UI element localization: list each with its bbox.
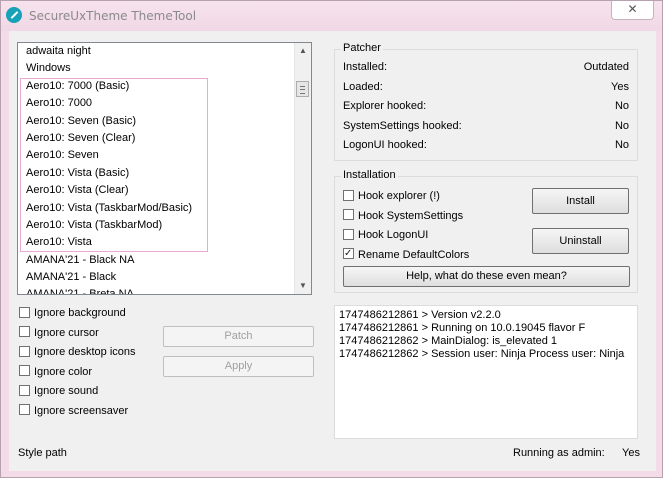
- ignore-option-checkbox[interactable]: [19, 326, 30, 338]
- install-option-label: Hook LogonUI: [358, 229, 429, 241]
- ignore-option-checkbox[interactable]: [19, 404, 30, 416]
- install-option-checkbox[interactable]: [343, 189, 354, 201]
- theme-list-item[interactable]: Aero10: Vista: [18, 234, 296, 251]
- install-option-checkbox[interactable]: [343, 228, 354, 240]
- app-icon: [6, 7, 22, 23]
- install-option-label: Rename DefaultColors: [358, 248, 470, 261]
- ignore-option-checkbox[interactable]: [19, 365, 30, 377]
- theme-list-item[interactable]: AMANA'21 - Breta NA: [18, 286, 296, 294]
- theme-list-item[interactable]: AMANA'21 - Black: [18, 269, 296, 286]
- theme-list-item[interactable]: adwaita night: [18, 43, 296, 60]
- patcher-row-value: No: [614, 100, 629, 113]
- ignore-option-label: Ignore sound: [34, 385, 99, 397]
- patcher-row-value: Outdated: [583, 61, 629, 73]
- style-path-label: Style path: [18, 447, 67, 459]
- theme-list-item[interactable]: Aero10: Vista (Basic): [18, 165, 296, 182]
- checkmark-icon[interactable]: [343, 246, 354, 262]
- theme-list-item[interactable]: Aero10: Vista (Clear): [18, 182, 296, 199]
- ignore-option-label: Ignore desktop icons: [34, 346, 136, 358]
- scroll-down-icon[interactable]: ▼: [295, 278, 311, 294]
- main-window: SecureUxTheme ThemeTool ✕ adwaita night W…: [0, 0, 663, 478]
- theme-list-item[interactable]: Aero10: Seven (Clear): [18, 130, 296, 147]
- ignore-option-row[interactable]: Ignore background: [19, 305, 126, 321]
- admin-value: Yes: [622, 447, 640, 459]
- window-title: SecureUxTheme ThemeTool: [29, 9, 197, 23]
- theme-list[interactable]: adwaita night Windows Aero10: 7000 (Basic)…: [17, 42, 312, 295]
- patch-button[interactable]: Patch: [163, 326, 314, 347]
- installation-title: Installation: [341, 169, 398, 181]
- ignore-option-row[interactable]: Ignore cursor: [19, 325, 99, 341]
- install-option-label: Hook explorer (!): [358, 190, 440, 202]
- patcher-row-value: No: [614, 119, 629, 132]
- scroll-up-icon[interactable]: ▲: [295, 43, 311, 59]
- uninstall-button[interactable]: Uninstall: [532, 228, 629, 254]
- ignore-option-label: Ignore color: [34, 365, 93, 378]
- theme-list-item[interactable]: Aero10: 7000: [18, 95, 296, 112]
- log-line: 1747486212862 > Session user: Ninja Proc…: [339, 348, 625, 360]
- ignore-option-checkbox[interactable]: [19, 306, 30, 318]
- ignore-option-checkbox[interactable]: [19, 384, 30, 396]
- ignore-option-label: Ignore screensaver: [34, 404, 129, 417]
- patcher-row-value: Yes: [611, 80, 629, 93]
- ignore-option-row[interactable]: Ignore sound: [19, 383, 98, 399]
- help-button[interactable]: Help, what do these even mean?: [343, 266, 630, 287]
- theme-list-item[interactable]: Windows: [18, 60, 296, 77]
- install-button[interactable]: Install: [532, 188, 629, 214]
- ignore-option-label: Ignore cursor: [34, 326, 99, 339]
- title-bar[interactable]: SecureUxTheme ThemeTool ✕: [1, 1, 662, 31]
- patcher-row-label: LogonUI hooked:: [343, 139, 427, 152]
- scroll-thumb[interactable]: [296, 81, 309, 97]
- log-output[interactable]: 1747486212861 > Version v2.2.0 1747486212…: [334, 305, 638, 439]
- ignore-option-label: Ignore background: [34, 307, 126, 319]
- theme-list-item[interactable]: Aero10: Vista (TaskbarMod): [18, 217, 296, 234]
- install-option-row[interactable]: Hook explorer (!): [343, 188, 440, 204]
- install-option-checkbox[interactable]: [343, 209, 354, 221]
- log-line: 1747486212861 > Running on 10.0.19045 fl…: [339, 322, 586, 334]
- install-option-row[interactable]: Hook LogonUI: [343, 227, 428, 243]
- theme-list-scrollbar[interactable]: ▲ ▼: [294, 43, 311, 294]
- theme-list-item[interactable]: Aero10: Seven (Basic): [18, 113, 296, 130]
- install-option-label: Hook SystemSettings: [358, 209, 464, 222]
- installation-group: Installation Hook explorer (!) Hook Syste…: [334, 169, 638, 293]
- client-area: adwaita night Windows Aero10: 7000 (Basic)…: [9, 31, 656, 471]
- patcher-row-value: No: [614, 139, 629, 152]
- patcher-row-label: Installed:: [343, 61, 388, 73]
- apply-button[interactable]: Apply: [163, 356, 314, 377]
- theme-list-items: adwaita night Windows Aero10: 7000 (Basic)…: [18, 43, 296, 294]
- patcher-row-label: Loaded:: [343, 80, 383, 93]
- patcher-title: Patcher: [341, 42, 383, 54]
- theme-list-item[interactable]: AMANA'21 - Black NA: [18, 252, 296, 269]
- log-line: 1747486212862 > MainDialog: is_elevated …: [339, 335, 558, 347]
- patcher-row-label: SystemSettings hooked:: [343, 119, 462, 132]
- ignore-option-checkbox[interactable]: [19, 345, 30, 357]
- admin-label: Running as admin:: [513, 447, 605, 459]
- ignore-option-row[interactable]: Ignore desktop icons: [19, 344, 136, 360]
- patcher-group: Patcher Installed: Outdated Loaded: Yes Expl…: [334, 42, 638, 161]
- install-option-row[interactable]: Rename DefaultColors: [343, 246, 470, 263]
- ignore-option-row[interactable]: Ignore color: [19, 364, 92, 380]
- log-line: 1747486212861 > Version v2.2.0: [339, 309, 501, 321]
- patcher-row-label: Explorer hooked:: [343, 100, 427, 113]
- theme-list-item[interactable]: Aero10: Vista (TaskbarMod/Basic): [18, 200, 296, 217]
- status-bar: Style path Running as admin: Yes: [17, 445, 650, 461]
- install-option-row[interactable]: Hook SystemSettings: [343, 208, 463, 224]
- theme-list-item[interactable]: Aero10: Seven: [18, 147, 296, 164]
- close-button[interactable]: ✕: [611, 1, 654, 20]
- ignore-option-row[interactable]: Ignore screensaver: [19, 403, 128, 419]
- theme-list-item[interactable]: Aero10: 7000 (Basic): [18, 78, 296, 95]
